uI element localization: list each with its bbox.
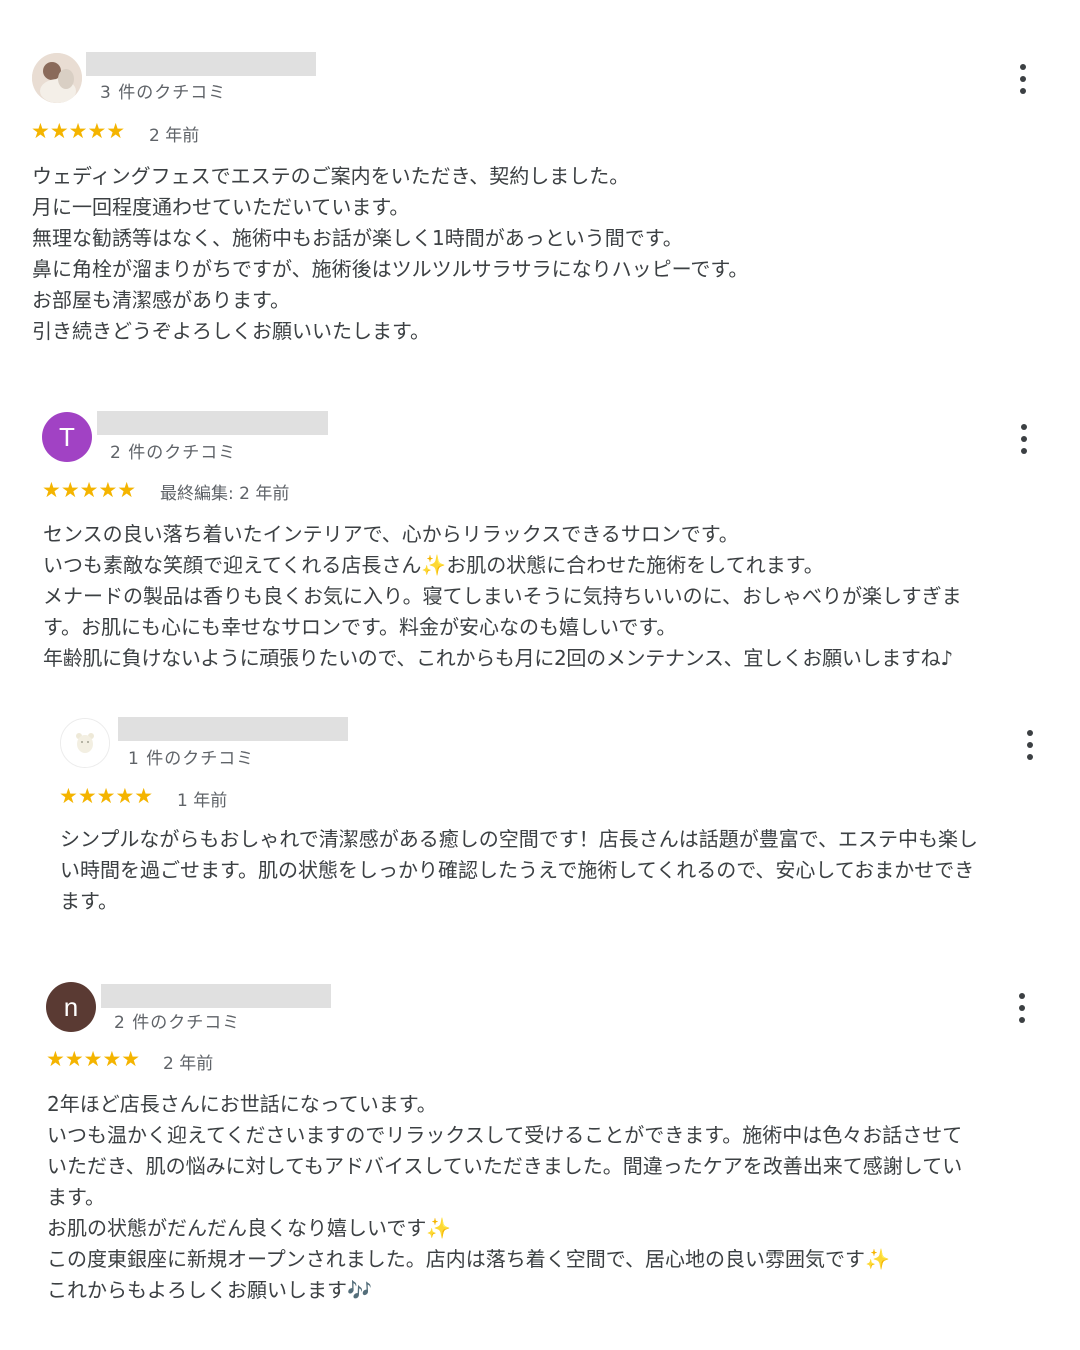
review-line: メナードの製品は香りも良くお気に入り。寝てしまいそうに気持ちいいのに、おしゃべり… bbox=[43, 584, 962, 608]
more-options-icon[interactable] bbox=[1018, 730, 1042, 760]
review-count: 2 件のクチコミ bbox=[110, 443, 237, 463]
more-options-icon[interactable] bbox=[1011, 64, 1035, 94]
review-line: センスの良い落ち着いたインテリアで、心からリラックスできるサロンです。 bbox=[43, 522, 739, 546]
review-line: いただき、肌の悩みに対してもアドバイスしていただきました。間違ったケアを改善出来… bbox=[47, 1154, 963, 1178]
review-text: 2年ほど店長さんにお世話になっています。 いつも温かく迎えてくださいますのでリラ… bbox=[47, 1089, 1047, 1306]
review-line: 無理な勧誘等はなく、施術中もお話が楽しく1時間があっという間です。 bbox=[32, 226, 683, 250]
review-date: 1 年前 bbox=[177, 791, 228, 811]
star-rating: ★★★★★ bbox=[31, 119, 126, 143]
review-text: シンプルながらもおしゃれで清潔感がある癒しの空間です！店長さんは話題が豊富で、エ… bbox=[60, 824, 1050, 917]
review-line: この度東銀座に新規オープンされました。店内は落ち着く空間で、居心地の良い雰囲気で… bbox=[47, 1247, 890, 1271]
review-count: 2 件のクチコミ bbox=[114, 1013, 241, 1033]
sparkles-icon: ✨ bbox=[421, 553, 447, 577]
user-avatar[interactable] bbox=[60, 718, 110, 768]
review-count: 3 件のクチコミ bbox=[100, 83, 227, 103]
review-line: 引き続きどうぞよろしくお願いいたします。 bbox=[32, 319, 430, 343]
avatar-letter: n bbox=[63, 991, 79, 1022]
avatar-letter: T bbox=[59, 421, 75, 452]
review-date: 2 年前 bbox=[163, 1054, 214, 1074]
bear-avatar-icon bbox=[61, 719, 109, 767]
review-text: センスの良い落ち着いたインテリアで、心からリラックスできるサロンです。 いつも素… bbox=[43, 519, 1043, 674]
more-options-icon[interactable] bbox=[1010, 993, 1034, 1023]
review-count: 1 件のクチコミ bbox=[128, 749, 255, 769]
review-line: 鼻に角栓が溜まりがちですが、施術後はツルツルサラサラになりハッピーです。 bbox=[32, 257, 749, 281]
reviewer-name-redacted[interactable] bbox=[101, 984, 331, 1008]
review-line: これからもよろしくお願いします🎶 bbox=[47, 1278, 372, 1302]
review-date: 最終編集: 2 年前 bbox=[160, 484, 290, 504]
reviewer-name-redacted[interactable] bbox=[118, 717, 348, 741]
review-line: い時間を過ごせます。肌の状態をしっかり確認したうえで施術してくれるので、安心して… bbox=[60, 858, 975, 882]
user-avatar[interactable]: T bbox=[42, 412, 92, 462]
star-rating: ★★★★★ bbox=[46, 1047, 141, 1071]
user-avatar[interactable] bbox=[32, 53, 82, 103]
reviewer-name-redacted[interactable] bbox=[97, 411, 328, 435]
review-line: いつも温かく迎えてくださいますのでリラックスして受けることができます。施術中は色… bbox=[47, 1123, 963, 1147]
review-line: シンプルながらもおしゃれで清潔感がある癒しの空間です！店長さんは話題が豊富で、エ… bbox=[60, 827, 978, 851]
review-line: お肌の状態がだんだん良くなり嬉しいです✨ bbox=[47, 1216, 452, 1240]
reviewer-name-redacted[interactable] bbox=[86, 52, 316, 76]
review-line: 2年ほど店長さんにお世話になっています。 bbox=[47, 1092, 437, 1116]
music-notes-icon: 🎶 bbox=[347, 1278, 372, 1302]
review-line: ます。 bbox=[60, 889, 118, 913]
star-rating: ★★★★★ bbox=[42, 478, 137, 502]
review-line: いつも素敵な笑顔で迎えてくれる店長さん✨お肌の状態に合わせた施術をしてれます。 bbox=[43, 553, 824, 577]
photo-avatar-icon bbox=[32, 53, 82, 103]
review-date: 2 年前 bbox=[149, 126, 200, 146]
sparkles-icon: ✨ bbox=[865, 1247, 890, 1271]
review-line: す。お肌にも心にも幸せなサロンです。料金が安心なのも嬉しいです。 bbox=[43, 615, 677, 639]
review-line: 年齢肌に負けないように頑張りたいので、これからも月に2回のメンテナンス、宜しくお… bbox=[43, 646, 953, 670]
review-line: 月に一回程度通わせていただいています。 bbox=[32, 195, 410, 219]
review-line: ウェディングフェスでエステのご案内をいただき、契約しました。 bbox=[32, 164, 630, 188]
more-options-icon[interactable] bbox=[1012, 424, 1036, 454]
review-line: お部屋も清潔感があります。 bbox=[32, 288, 290, 312]
review-text: ウェディングフェスでエステのご案内をいただき、契約しました。 月に一回程度通わせ… bbox=[32, 161, 1032, 347]
review-line: ます。 bbox=[47, 1185, 105, 1209]
user-avatar[interactable]: n bbox=[46, 982, 96, 1032]
sparkles-icon: ✨ bbox=[426, 1216, 452, 1240]
star-rating: ★★★★★ bbox=[59, 784, 154, 808]
